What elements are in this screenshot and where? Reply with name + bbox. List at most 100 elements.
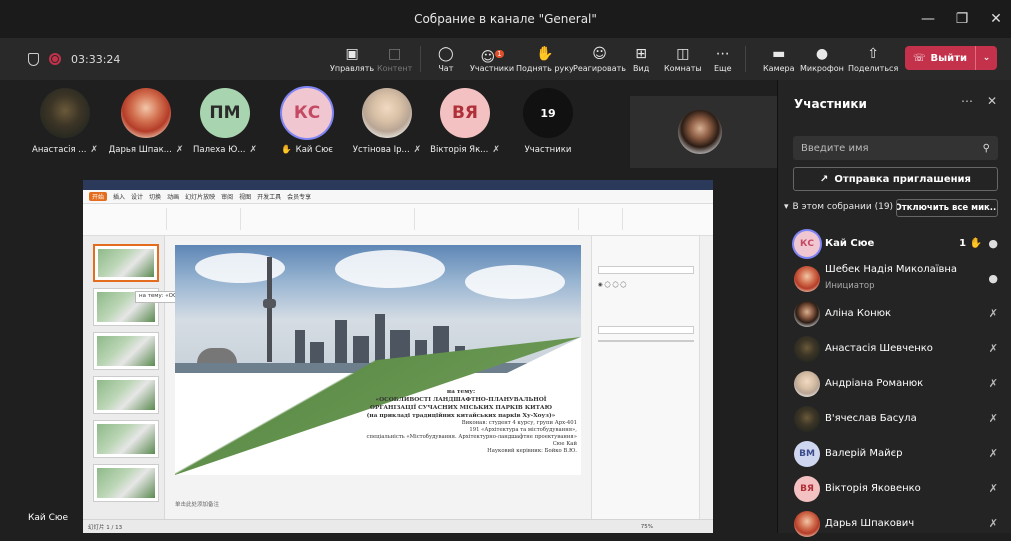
invite-button[interactable]: ↗ Отправка приглашения [793,167,998,191]
participant-search-input[interactable]: Введите имя ⚲ [793,136,998,160]
ppt-menu-bar: 开始 插入 设计 切换 动画 幻灯片放映 审阅 视图 开发工具 会员专享 [83,190,713,204]
avatar: ВЯ [794,475,820,502]
rooms-icon: ◫ [676,45,690,62]
panel-title: Участники [794,97,867,111]
participant-row[interactable]: Андріана Романюк ✗ [778,366,1011,401]
menu-item: 审阅 [221,194,234,201]
side-toolbar [699,236,713,519]
participants-panel: Участники ⋯ ✕ Введите имя ⚲ ↗ Отправка п… [777,80,1011,537]
more-options-icon[interactable]: ⋯ [961,94,973,108]
microphone-icon: ● [815,45,829,62]
gallery-participant[interactable]: ПМ Палеха Ю... ✗ [180,88,270,168]
tower-shape [263,257,276,362]
chat-icon: ◯ [438,45,454,62]
hand-icon: ✋ [536,45,554,62]
gallery-participant[interactable]: Устінова Ір... ✗ [342,88,432,168]
close-panel-icon[interactable]: ✕ [987,94,997,108]
emoji-icon: ☺ [592,45,607,62]
gallery-participant[interactable]: Дарья Шпак... ✗ [101,88,191,168]
ribbon-group [245,208,415,230]
mute-all-button[interactable]: Отключить все мик... [896,199,998,217]
participant-photo [362,88,412,138]
participants-overflow[interactable]: 19 Участники [503,88,593,168]
video-tile[interactable] [630,96,777,168]
slide-canvas: на тему: «ОСОБЛИВОСТІ ЛАНДШАФТНО-ПЛАНУВА… [175,245,581,475]
toolbar-divider [745,46,746,72]
more-button[interactable]: ⋯ Еще [714,40,732,78]
raise-hand-button[interactable]: ✋ Поднять руку [516,40,574,78]
mic-off-icon: ✗ [492,145,500,155]
notes-area: 单击此处添加备注 [175,502,220,508]
format-pane: ◉ ◯ ◯ ◯ [591,236,699,519]
mic-on-icon: ● [988,237,998,250]
participant-avatar: КС [282,88,332,138]
avatar [794,335,820,362]
ppt-status-bar: 幻灯片 1 / 13 75% [83,519,713,533]
menu-item: 开始 [89,192,108,201]
title-bar: Собрание в канале "General" — ❐ ✕ [0,0,1011,38]
participant-avatar: ВЯ [440,88,490,138]
camera-button[interactable]: ▬ Камера [763,40,795,78]
participant-row[interactable]: ВМ Валерій Майєр ✗ [778,436,1011,471]
raised-hand-icon: 1 ✋ [959,238,982,249]
gallery-participant[interactable]: КС ✋ Кай Сює [262,88,352,168]
chat-button[interactable]: ◯ Чат [438,40,454,78]
mic-button[interactable]: ● Микрофон [800,40,844,78]
search-icon: ⚲ [982,142,990,154]
participants-button[interactable]: ☺ 1 Участники [470,40,514,78]
close-icon[interactable]: ✕ [987,11,1005,27]
participant-photo [121,88,171,138]
in-meeting-section[interactable]: ▾ В этом собрании (19) [784,202,893,212]
ribbon-group [171,208,241,230]
self-view-label: Кай Сюе [28,513,69,523]
maximize-icon[interactable]: ❐ [953,11,971,27]
view-button[interactable]: ⊞ Вид [633,40,649,78]
avatar [794,265,820,292]
mic-on-icon: ● [988,272,998,285]
camera-off-icon: ▬ [772,45,786,62]
ribbon-group [419,208,579,230]
share-button[interactable]: ⇧ Поделиться [848,40,898,78]
meeting-stage: Анастасія ... ✗ Дарья Шпак... ✗ ПМ Палеха … [0,80,777,533]
grid-icon: ⊞ [635,45,647,62]
ppt-ribbon [83,204,713,236]
react-button[interactable]: ☺ Реагировать [573,40,626,78]
content-button[interactable]: □ Контент [377,40,412,78]
participant-row[interactable]: ВЯ Вікторія Яковенко ✗ [778,471,1011,506]
mic-off-icon: ✗ [988,447,998,460]
participant-row[interactable]: В'ячеслав Басула ✗ [778,401,1011,436]
minimize-icon[interactable]: — [919,11,937,27]
share-link-icon: ↗ [820,173,829,185]
mic-off-icon: ✗ [988,307,998,320]
people-icon: ☺ 1 [480,49,504,66]
window-title: Собрание в канале "General" [414,12,597,26]
participant-row[interactable]: Анастасія Шевченко ✗ [778,331,1011,366]
leave-button[interactable]: ☏ Выйти ⌄ [905,46,997,70]
gallery-participant[interactable]: ВЯ Вікторія Як... ✗ [420,88,510,168]
slide-thumbnail [93,244,159,282]
leave-main-button[interactable]: ☏ Выйти [905,53,975,64]
share-icon: ⇧ [867,45,879,62]
manage-button[interactable]: ▣ Управлять [330,40,374,78]
rooms-button[interactable]: ◫ Комнаты [664,40,702,78]
participant-photo [678,110,722,154]
participant-row[interactable]: КС Кай Сюе 1 ✋ ● [778,226,1011,261]
menu-item: 幻灯片放映 [185,194,216,201]
gallery-participant[interactable]: Анастасія ... ✗ [20,88,110,168]
avatar: КС [794,230,820,257]
shared-screen: 开始 插入 设计 切换 动画 幻灯片放映 审阅 视图 开发工具 会员专享 на [83,180,713,533]
menu-item: 会员专享 [287,194,312,201]
leave-dropdown-icon[interactable]: ⌄ [975,46,997,70]
menu-item: 开发工具 [257,194,282,201]
avatar: ВМ [794,440,820,467]
mic-off-icon: ✗ [988,482,998,495]
menu-item: 动画 [167,194,180,201]
mic-off-icon: ✗ [988,377,998,390]
participant-row[interactable]: Аліна Конюк ✗ [778,296,1011,331]
participant-row[interactable]: Шебек Надія Миколаївна Инициатор ● [778,261,1011,296]
slide-thumbnail [93,420,159,458]
zoom-level: 75% [640,523,653,530]
overflow-count: 19 [523,88,573,138]
participant-row[interactable]: Дарья Шпакович ✗ [778,506,1011,541]
window-controls: — ❐ ✕ [919,0,1005,38]
